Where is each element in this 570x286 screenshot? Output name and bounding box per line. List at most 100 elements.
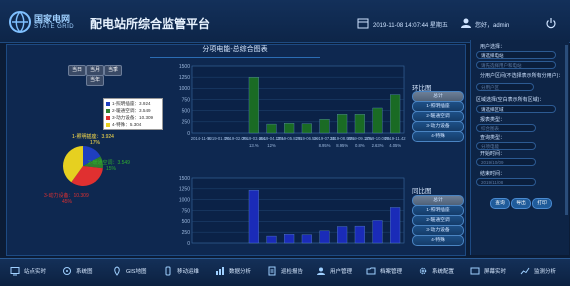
bar <box>266 235 277 244</box>
bar <box>301 123 312 134</box>
report-type-select[interactable]: 综合图表 <box>476 124 536 132</box>
user-icon <box>461 18 471 28</box>
legend-swatch <box>106 122 110 127</box>
legend-label: 4-特殊：5.304 <box>112 122 142 127</box>
bar <box>390 207 401 244</box>
user-greeting[interactable]: 您好，admin <box>475 20 509 29</box>
nav-label: 监测分析 <box>534 269 557 275</box>
nav-item-gis-map[interactable]: GIS地图 <box>112 262 146 280</box>
y-tick-label: 750 <box>182 208 191 214</box>
legend-label: 2-暖通空调：3.549 <box>112 108 151 113</box>
legend-item: 4-特殊：5.304 <box>106 121 141 128</box>
nav-item-monitoring-analysis[interactable]: 监测分析 <box>520 262 556 280</box>
datetime-display: 2019-11-08 14:07:44 星期五 <box>373 23 448 29</box>
start-time-label: 开始时间： <box>480 151 506 157</box>
y-tick-label: 750 <box>182 97 191 103</box>
nav-item-system-config[interactable]: 系统配置 <box>418 262 454 280</box>
y-tick-label: 1000 <box>179 86 190 92</box>
nav-item-mobile-ops[interactable]: 移动运维 <box>163 262 199 280</box>
yoy-chart-title: 同比图 <box>412 188 432 195</box>
start-time-input[interactable]: 2019/10/09 <box>476 158 536 166</box>
bar <box>372 107 383 134</box>
logo-text-en: STATE GRID <box>34 24 75 30</box>
nav-item-system-diagram[interactable]: 系统图 <box>62 262 93 280</box>
nav-item-archive-management[interactable]: 档案管理 <box>366 262 402 280</box>
report-type-label: 报表类型： <box>480 117 506 123</box>
yoy-special-button[interactable]: 4-特殊 <box>412 235 464 246</box>
legend-item: 3-动力设备：10.309 <box>106 114 153 121</box>
diagram-icon <box>63 267 71 275</box>
pie-pct-lighting: 17% <box>90 140 101 146</box>
nav-label: 系统图 <box>76 269 93 275</box>
y-tick-label: 250 <box>182 120 191 126</box>
bar <box>337 114 348 134</box>
station-select[interactable]: 请选择电站 <box>476 51 556 59</box>
nav-item-data-analysis[interactable]: 数据分析 <box>215 262 251 280</box>
nav-label: 档案管理 <box>380 269 403 275</box>
user-select-label: 用户选择： <box>480 44 506 50</box>
tab-quarter[interactable]: 当季 <box>104 65 122 76</box>
bar <box>266 123 277 134</box>
region-select[interactable]: 请选择区域 <box>476 105 556 113</box>
screen-icon <box>470 267 480 275</box>
bar <box>319 230 330 244</box>
mobile-icon <box>165 266 171 276</box>
query-type-select[interactable]: 分项电能 <box>476 142 536 150</box>
x-tick-label-secondary: 0.8% <box>355 143 365 148</box>
legend-label: 1-照明插座：3.924 <box>112 101 151 106</box>
pie-label-hvac: 2-暖通空调：3.549 <box>88 160 130 166</box>
nav-label: 站点实时 <box>24 269 47 275</box>
nav-item-user-management[interactable]: 用户管理 <box>316 262 352 280</box>
y-tick-label: 1500 <box>179 64 190 70</box>
nav-item-inspection-report[interactable]: 巡检报告 <box>267 262 303 280</box>
legend-label: 3-动力设备：10.309 <box>112 115 154 120</box>
x-tick-label-secondary: 13.% <box>249 143 259 148</box>
state-grid-logo <box>9 11 31 33</box>
station-sub-select[interactable]: 请先选择用户和电站 <box>476 61 556 69</box>
end-time-label: 结束时间： <box>480 171 506 177</box>
legend-item: 2-暖通空调：3.549 <box>106 107 151 114</box>
nav-label: 巡检报告 <box>281 269 304 275</box>
export-button[interactable]: 导出 <box>511 198 531 209</box>
region-label: 区域选择(空白表示所有区域)： <box>476 97 545 103</box>
sidebar-scrollbar[interactable] <box>565 45 568 215</box>
y-tick-label: 1000 <box>179 197 190 203</box>
end-time-input[interactable]: 2019/11/08 <box>476 178 536 186</box>
bar <box>284 123 295 134</box>
power-icon[interactable] <box>545 17 557 29</box>
panel-title: 分项电能-总综合图表 <box>150 44 320 58</box>
tab-today[interactable]: 当日 <box>68 65 86 76</box>
query-type-label: 查询类型： <box>480 135 506 141</box>
nav-label: 用户管理 <box>330 269 353 275</box>
analysis-icon <box>216 267 224 275</box>
mom-special-button[interactable]: 4-特殊 <box>412 131 464 142</box>
x-tick-label-secondary: 2.63% <box>372 143 384 148</box>
x-tick-label-secondary: 8.95% <box>319 143 331 148</box>
nav-label: GIS地图 <box>126 269 147 275</box>
x-tick-label-secondary: 8.95% <box>336 143 348 148</box>
print-button[interactable]: 打印 <box>532 198 552 209</box>
tab-year[interactable]: 当年 <box>86 75 104 86</box>
bar <box>301 234 312 244</box>
y-tick-label: 1500 <box>179 176 190 182</box>
nav-item-screen-realtime[interactable]: 屏幕实时 <box>470 262 506 280</box>
app-title: 配电站所综合监管平台 <box>90 17 211 31</box>
mom-bar-chart: 02505007501000125015002014-11-%2019-01.0… <box>179 64 407 148</box>
y-tick-label: 500 <box>182 219 191 225</box>
legend-swatch <box>106 101 110 106</box>
nav-label: 系统配置 <box>432 269 455 275</box>
y-tick-label: 1250 <box>179 187 190 193</box>
monitor-icon <box>10 267 20 276</box>
gear-icon <box>419 267 427 275</box>
query-button[interactable]: 查询 <box>490 198 510 209</box>
x-tick-label-secondary: 12% <box>267 143 276 148</box>
bar <box>354 225 365 244</box>
nav-label: 屏幕实时 <box>484 269 507 275</box>
pie-label-lighting: 1-照明插座：3.924 <box>72 134 114 140</box>
sub-user-select[interactable]: 分用户区 <box>476 83 534 91</box>
pie-chart <box>63 146 104 186</box>
calendar-icon <box>357 18 369 29</box>
nav-item-station-realtime[interactable]: 站点实时 <box>10 262 46 280</box>
x-tick-label: 2019-11.42 <box>385 136 407 141</box>
legend-swatch <box>106 108 110 113</box>
